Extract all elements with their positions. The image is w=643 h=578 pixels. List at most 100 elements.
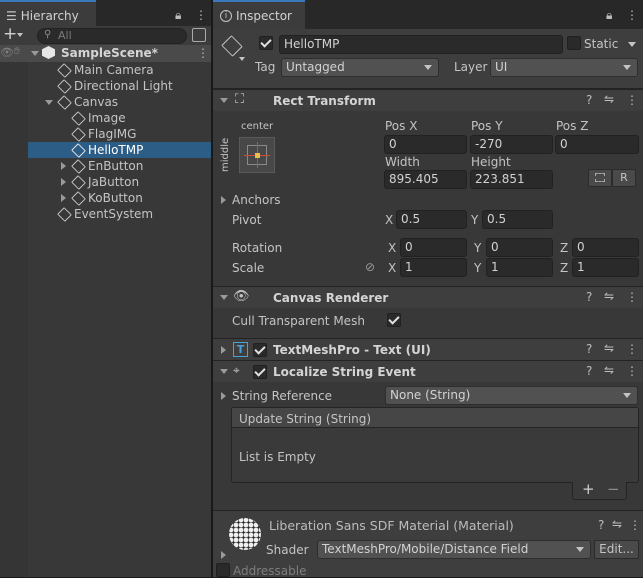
hierarchy-item-directional-light[interactable]: Directional Light bbox=[0, 78, 211, 94]
pos-z-input[interactable]: 0 bbox=[555, 135, 639, 154]
pivot-y-axis: Y bbox=[471, 213, 479, 227]
localize-string-event-header[interactable]: ⌖ Localize String Event ? ⇋ ⋮ bbox=[213, 360, 643, 382]
scale-z-input[interactable]: 1 bbox=[572, 258, 639, 277]
icon-dropdown-icon[interactable] bbox=[239, 57, 245, 61]
hierarchy-item-kobutton[interactable]: KoButton bbox=[0, 190, 211, 206]
width-input[interactable]: 895.405 bbox=[384, 170, 467, 189]
scene-fold-icon[interactable] bbox=[31, 51, 39, 56]
string-ref-label[interactable]: String Reference bbox=[232, 389, 332, 403]
cull-checkbox[interactable] bbox=[387, 313, 401, 327]
fold-icon[interactable] bbox=[220, 98, 228, 103]
active-checkbox[interactable] bbox=[259, 36, 273, 50]
help-icon[interactable]: ? bbox=[586, 364, 592, 378]
text-t-icon: T bbox=[233, 342, 248, 357]
component-menu-icon[interactable]: ⋮ bbox=[626, 93, 638, 107]
constrain-proportions-icon[interactable]: ⊘ bbox=[365, 260, 375, 274]
layer-dropdown[interactable]: UI bbox=[490, 58, 638, 77]
hierarchy-item-flagimg[interactable]: FlagIMG bbox=[0, 126, 211, 142]
scale-x-input[interactable]: 1 bbox=[400, 258, 467, 277]
help-icon[interactable]: ? bbox=[598, 518, 604, 532]
rot-z-input[interactable]: 0 bbox=[572, 238, 639, 257]
gameobject-cube-icon bbox=[71, 159, 86, 174]
jabutton-fold-icon[interactable] bbox=[61, 178, 66, 186]
hierarchy-item-eventsystem[interactable]: EventSystem bbox=[0, 206, 211, 222]
shader-dropdown[interactable]: TextMeshPro/Mobile/Distance Field bbox=[317, 540, 591, 559]
textmeshpro-header[interactable]: T TextMeshPro - Text (UI) ? ⇋ ⋮ bbox=[213, 338, 643, 360]
help-icon[interactable]: ? bbox=[586, 290, 592, 304]
hierarchy-item-canvas[interactable]: Canvas bbox=[0, 94, 211, 110]
anchor-presets-button[interactable] bbox=[239, 137, 275, 173]
scale-y-input[interactable]: 1 bbox=[486, 258, 553, 277]
update-string-event-box: Update String (String) List is Empty bbox=[231, 407, 639, 483]
visibility-eye-icon[interactable]: 👁︎ bbox=[0, 46, 14, 59]
presets-icon[interactable]: ⇋ bbox=[604, 341, 614, 355]
add-dropdown-icon[interactable] bbox=[17, 33, 23, 37]
hierarchy-item-label: Canvas bbox=[74, 95, 119, 109]
addressable-checkbox[interactable] bbox=[216, 563, 230, 577]
presets-icon[interactable]: ⇋ bbox=[604, 92, 614, 106]
help-icon[interactable]: ? bbox=[586, 93, 592, 107]
add-event-button[interactable]: + bbox=[582, 480, 595, 498]
pick-hand-icon[interactable]: ✋︎ bbox=[14, 46, 20, 57]
enbutton-fold-icon[interactable] bbox=[61, 162, 66, 170]
edit-shader-button[interactable]: Edit... bbox=[594, 540, 639, 559]
hierarchy-tabbar: ☰ Hierarchy 🔒︎ ⋮ bbox=[0, 0, 211, 29]
anchors-label[interactable]: Anchors bbox=[232, 193, 281, 207]
anchors-fold-icon[interactable] bbox=[221, 196, 226, 204]
hierarchy-item-image[interactable]: Image bbox=[0, 110, 211, 126]
anchor-h-label: center bbox=[241, 121, 274, 132]
component-menu-icon[interactable]: ⋮ bbox=[626, 290, 638, 304]
fold-icon[interactable] bbox=[220, 369, 228, 374]
remove-event-button[interactable]: − bbox=[607, 480, 620, 498]
material-fold-icon[interactable] bbox=[221, 551, 226, 559]
scene-row[interactable]: 👁︎ ✋︎ SampleScene* ⋮ bbox=[0, 45, 211, 62]
pos-y-input[interactable]: -270 bbox=[470, 135, 553, 154]
height-label: Height bbox=[471, 155, 511, 169]
fold-icon[interactable] bbox=[221, 346, 226, 354]
tab-inspector[interactable]: i Inspector bbox=[213, 0, 305, 29]
hierarchy-item-hellotmp-selected[interactable]: HelloTMP bbox=[0, 142, 211, 158]
help-icon[interactable]: ? bbox=[586, 342, 592, 356]
add-button[interactable]: + bbox=[3, 24, 17, 44]
lock-icon[interactable]: 🔒︎ bbox=[606, 8, 612, 23]
pivot-x-input[interactable]: 0.5 bbox=[396, 210, 467, 229]
rect-transform-header[interactable]: ⛶ Rect Transform ? ⇋ ⋮ bbox=[213, 89, 643, 111]
static-checkbox[interactable] bbox=[567, 36, 581, 50]
blueprint-mode-button[interactable] bbox=[588, 169, 612, 187]
presets-icon[interactable]: ⇋ bbox=[604, 289, 614, 303]
pivot-y-input[interactable]: 0.5 bbox=[482, 210, 553, 229]
static-dropdown-icon[interactable] bbox=[628, 42, 636, 47]
search-field[interactable]: ⚲ All bbox=[37, 28, 187, 44]
enabled-checkbox[interactable] bbox=[253, 365, 267, 379]
canvas-fold-icon[interactable] bbox=[45, 100, 53, 105]
more-menu-icon[interactable]: ⋮ bbox=[626, 8, 638, 22]
more-menu-icon[interactable]: ⋮ bbox=[195, 8, 207, 22]
scene-search-icon[interactable] bbox=[192, 28, 206, 42]
component-menu-icon[interactable]: ⋮ bbox=[626, 342, 638, 356]
kobutton-fold-icon[interactable] bbox=[61, 194, 66, 202]
rot-z-axis: Z bbox=[560, 241, 569, 255]
hierarchy-gutter bbox=[0, 62, 28, 577]
component-menu-icon[interactable]: ⋮ bbox=[629, 518, 641, 532]
height-input[interactable]: 223.851 bbox=[470, 170, 553, 189]
rot-y-input[interactable]: 0 bbox=[486, 238, 553, 257]
raw-edit-button[interactable]: R bbox=[612, 169, 636, 187]
pos-x-input[interactable]: 0 bbox=[384, 135, 467, 154]
rot-x-input[interactable]: 0 bbox=[400, 238, 467, 257]
hierarchy-item-enbutton[interactable]: EnButton bbox=[0, 158, 211, 174]
enabled-checkbox[interactable] bbox=[253, 343, 267, 357]
lock-icon[interactable]: 🔒︎ bbox=[175, 8, 181, 23]
hierarchy-item-jabutton[interactable]: JaButton bbox=[0, 174, 211, 190]
string-ref-dropdown[interactable]: None (String) bbox=[385, 386, 638, 405]
presets-icon[interactable]: ⇋ bbox=[604, 363, 614, 377]
string-ref-fold-icon[interactable] bbox=[221, 392, 226, 400]
scene-menu-icon[interactable]: ⋮ bbox=[197, 46, 209, 60]
fold-icon[interactable] bbox=[220, 295, 228, 300]
pivot-label: Pivot bbox=[232, 213, 262, 227]
component-menu-icon[interactable]: ⋮ bbox=[626, 364, 638, 378]
canvas-renderer-header[interactable]: 👁︎ Canvas Renderer ? ⇋ ⋮ bbox=[213, 286, 643, 308]
tag-dropdown[interactable]: Untagged bbox=[281, 58, 439, 77]
presets-icon[interactable]: ⇋ bbox=[612, 517, 622, 531]
hierarchy-item-main-camera[interactable]: Main Camera bbox=[0, 62, 211, 78]
object-name-input[interactable]: HelloTMP bbox=[279, 35, 563, 54]
